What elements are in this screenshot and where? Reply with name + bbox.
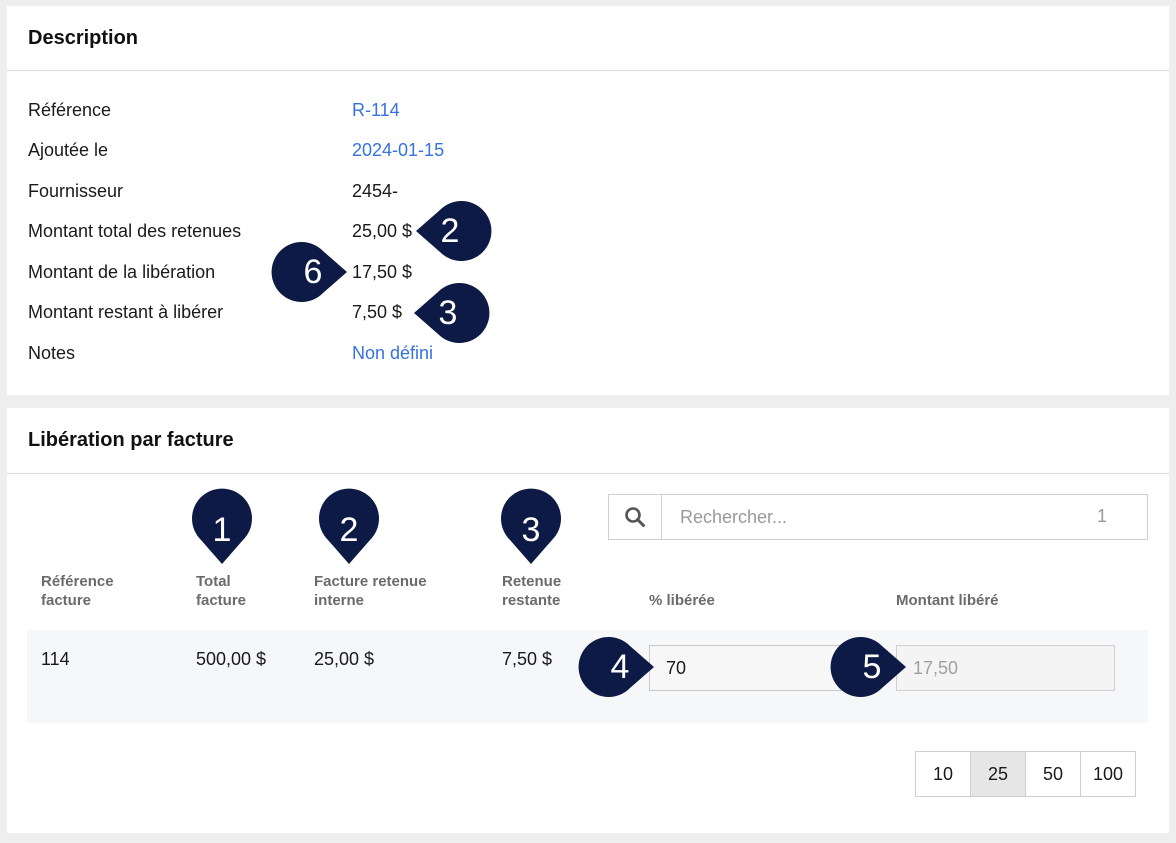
col-header-remaining[interactable]: Retenue restante bbox=[502, 572, 561, 610]
detail-label: Montant total des retenues bbox=[28, 221, 242, 241]
marker-number: 3 bbox=[521, 510, 541, 549]
description-title: Description bbox=[7, 6, 1169, 71]
reference-link[interactable]: R-114 bbox=[352, 100, 400, 121]
detail-value: 17,50 $ bbox=[352, 262, 413, 282]
detail-value: 2454- bbox=[352, 181, 399, 201]
col-header-total[interactable]: Total facture bbox=[196, 572, 246, 610]
marker-number: 1 bbox=[212, 510, 232, 549]
detail-label: Ajoutée le bbox=[28, 140, 109, 160]
marker-number: 6 bbox=[303, 252, 323, 291]
col-header-percent[interactable]: % libérée bbox=[649, 591, 715, 610]
liberation-card: Libération par facture Rechercher... 1 R… bbox=[7, 408, 1169, 833]
page-size-10[interactable]: 10 bbox=[915, 751, 971, 797]
detail-label: Notes bbox=[28, 343, 76, 363]
notes-link[interactable]: Non défini bbox=[352, 343, 433, 364]
col-header-ref[interactable]: Référence facture bbox=[41, 572, 114, 610]
col-header-line: Total bbox=[196, 573, 231, 590]
col-header-line: interne bbox=[314, 592, 365, 609]
col-header-amount[interactable]: Montant libéré bbox=[896, 591, 999, 610]
search-result-count: 1 bbox=[1096, 506, 1107, 526]
cell-total: 500,00 $ bbox=[196, 649, 267, 669]
page-size-selector: 10 25 50 100 bbox=[915, 751, 1136, 797]
marker-4: 4 bbox=[578, 637, 654, 697]
cell-remaining: 7,50 $ bbox=[502, 649, 553, 669]
col-header-line: Référence bbox=[41, 573, 114, 590]
marker-number: 2 bbox=[440, 211, 460, 250]
liberation-title: Libération par facture bbox=[7, 408, 1169, 474]
detail-value: 25,00 $ bbox=[352, 221, 413, 241]
col-header-line: facture bbox=[41, 592, 92, 609]
marker-3-table: 3 bbox=[501, 488, 561, 564]
marker-6: 6 bbox=[271, 242, 347, 302]
marker-2-table: 2 bbox=[319, 488, 379, 564]
detail-value: 7,50 $ bbox=[352, 302, 403, 322]
search-icon bbox=[625, 507, 645, 527]
col-header-internal[interactable]: Facture retenue interne bbox=[314, 572, 427, 610]
marker-number: 3 bbox=[438, 293, 458, 332]
cell-internal: 25,00 $ bbox=[314, 649, 375, 669]
search-placeholder: Rechercher... bbox=[680, 506, 788, 527]
col-header-line: Facture retenue bbox=[314, 573, 427, 590]
col-header-line: restante bbox=[502, 592, 561, 609]
detail-label: Référence bbox=[28, 100, 112, 120]
page-size-25[interactable]: 25 bbox=[970, 751, 1026, 797]
marker-1: 1 bbox=[192, 488, 252, 564]
marker-number: 5 bbox=[862, 647, 882, 686]
col-header-line: facture bbox=[196, 592, 247, 609]
marker-2-description: 2 bbox=[416, 201, 492, 261]
detail-label: Fournisseur bbox=[28, 181, 124, 201]
col-header-line: Retenue bbox=[502, 573, 562, 590]
search-button[interactable] bbox=[608, 494, 662, 540]
added-date-link[interactable]: 2024-01-15 bbox=[352, 140, 444, 161]
amount-released-input: 17,50 bbox=[896, 645, 1115, 691]
detail-label: Montant restant à libérer bbox=[28, 302, 224, 322]
page-size-50[interactable]: 50 bbox=[1025, 751, 1081, 797]
cell-ref: 114 bbox=[41, 649, 70, 669]
marker-5: 5 bbox=[830, 637, 906, 697]
search-input[interactable]: Rechercher... 1 bbox=[661, 494, 1148, 540]
marker-number: 4 bbox=[610, 647, 630, 686]
marker-3-description: 3 bbox=[414, 283, 490, 343]
page-size-100[interactable]: 100 bbox=[1080, 751, 1136, 797]
marker-number: 2 bbox=[339, 510, 359, 549]
description-card: Description Référence R-114 Ajoutée le 2… bbox=[7, 6, 1169, 395]
detail-label: Montant de la libération bbox=[28, 262, 216, 282]
